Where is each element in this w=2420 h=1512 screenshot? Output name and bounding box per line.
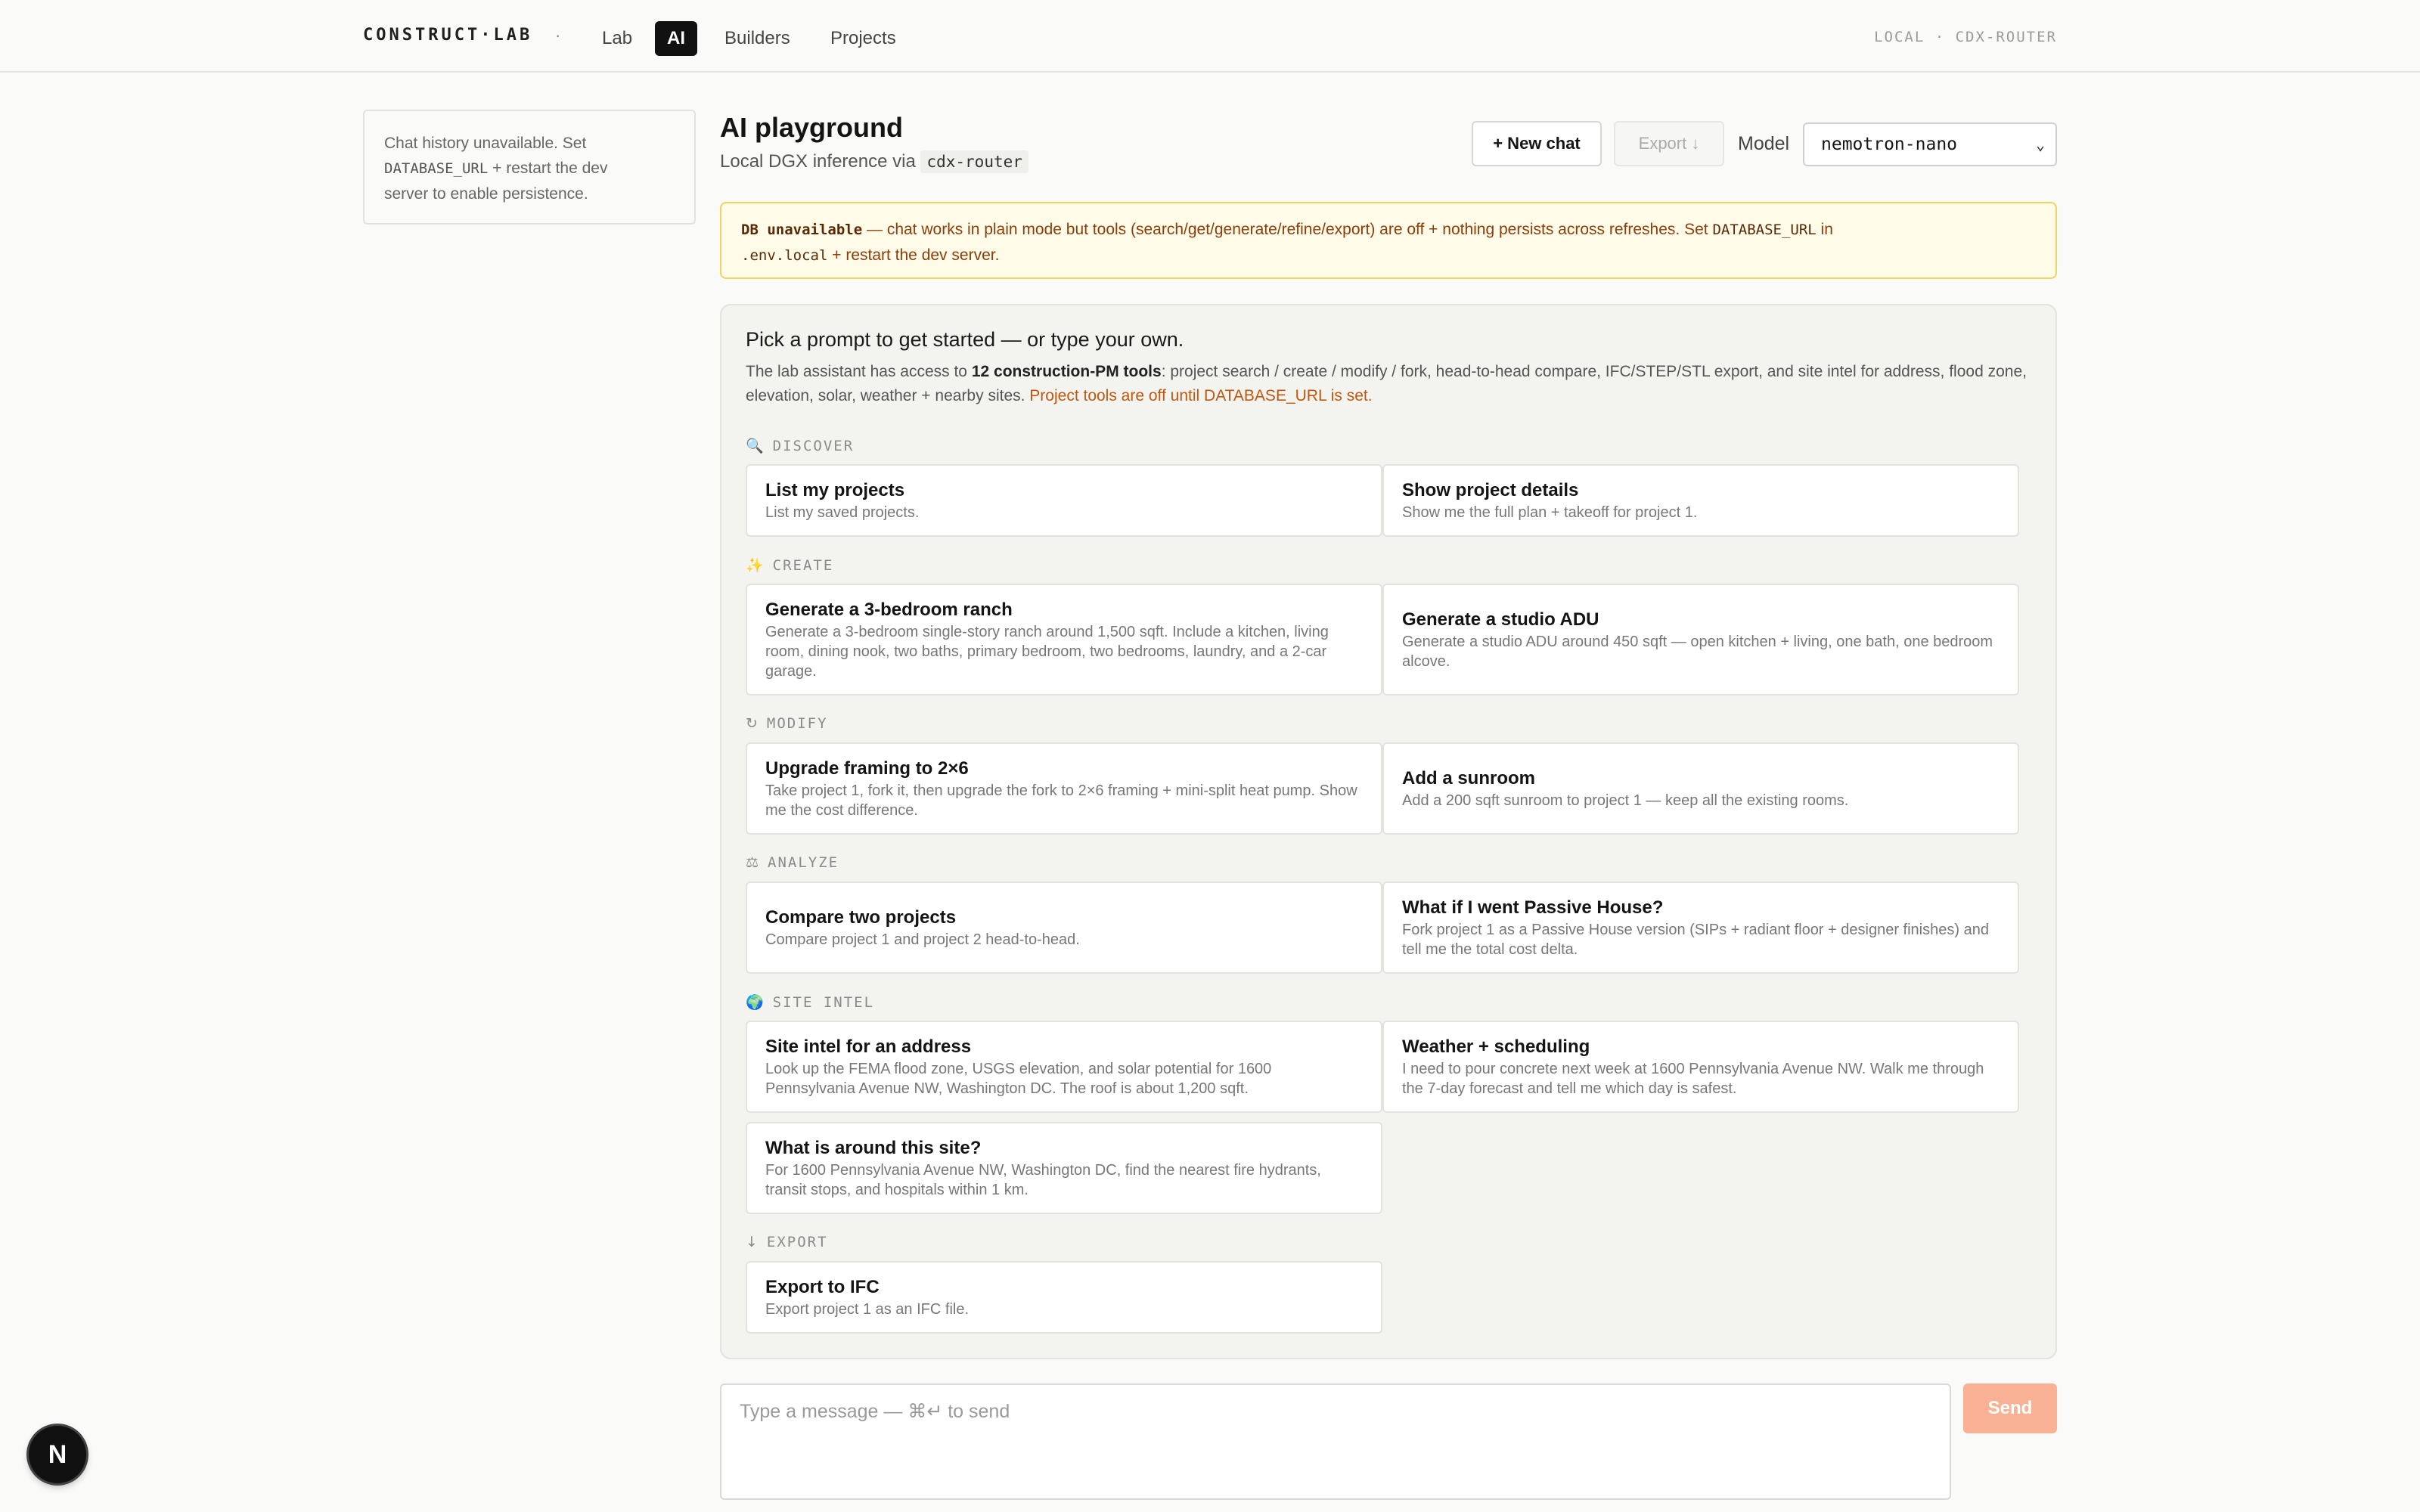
page-subtitle: Local DGX inference via cdx-router [720, 150, 1028, 173]
model-select[interactable]: nemotron-nano ⌄ [1803, 122, 2057, 166]
prompt-description: Fork project 1 as a Passive House versio… [1402, 922, 1989, 958]
section-label: DISCOVER [772, 438, 855, 454]
arrow-down-icon: ↓ [746, 1234, 759, 1250]
globe-icon: 🌍 [746, 994, 765, 1011]
prompt-title: What is around this site? [765, 1138, 982, 1158]
model-select-value: nemotron-nano [1821, 135, 1958, 154]
prompt-card[interactable]: Upgrade framing to 2×6 Take project 1, f… [746, 742, 1382, 835]
prompt-title: Show project details [1402, 480, 1579, 500]
prompt-card[interactable]: Site intel for an address Look up the FE… [746, 1021, 1382, 1113]
sidebar-text: Chat history unavailable. Set [384, 135, 587, 152]
banner-strong: DB unavailable [741, 222, 863, 238]
prompt-description: Generate a 3-bedroom single-story ranch … [765, 624, 1329, 680]
prompt-description: Export project 1 as an IFC file. [765, 1301, 970, 1318]
banner-text: in [1816, 221, 1833, 238]
panel-heading: Pick a prompt to get started — or type y… [746, 328, 1184, 351]
export-button[interactable]: Export ↓ [1614, 121, 1724, 166]
section-label: ANALYZE [768, 854, 839, 871]
subtitle-text: Local DGX inference via [720, 151, 916, 172]
prompt-card[interactable]: Export to IFC Export project 1 as an IFC… [746, 1261, 1382, 1334]
prompt-card[interactable]: Generate a 3-bedroom ranch Generate a 3-… [746, 584, 1382, 696]
section-modify: ↻ MODIFY [746, 715, 828, 732]
dev-tools-badge[interactable]: N [29, 1426, 86, 1483]
nav-tab-ai[interactable]: AI [655, 21, 697, 56]
banner-text: — chat works in plain mode but tools (se… [862, 221, 1713, 238]
panel-desc-text: The lab assistant has access to [746, 363, 972, 380]
banner-text: + restart the dev server. [827, 246, 1000, 264]
prompt-card[interactable]: What if I went Passive House? Fork proje… [1382, 881, 2019, 974]
db-warning-banner: DB unavailable — chat works in plain mod… [720, 202, 2057, 279]
prompt-card[interactable]: What is around this site? For 1600 Penns… [746, 1122, 1382, 1214]
prompt-card[interactable]: Compare two projects Compare project 1 a… [746, 881, 1382, 974]
prompt-description: Look up the FEMA flood zone, USGS elevat… [765, 1061, 1272, 1097]
send-button[interactable]: Send [1963, 1383, 2057, 1433]
section-discover: 🔍 DISCOVER [746, 437, 854, 454]
prompt-card[interactable]: List my projects List my saved projects. [746, 464, 1382, 537]
brand-logo[interactable]: CONSTRUCT·LAB [363, 26, 532, 45]
prompt-card[interactable]: Show project details Show me the full pl… [1382, 464, 2019, 537]
prompt-title: Upgrade framing to 2×6 [765, 758, 969, 779]
section-analyze: ⚖ ANALYZE [746, 854, 839, 871]
prompt-description: For 1600 Pennsylvania Avenue NW, Washing… [765, 1162, 1321, 1198]
section-site-intel: 🌍 SITE INTEL [746, 993, 874, 1011]
new-chat-button[interactable]: + New chat [1472, 121, 1602, 166]
brand-separator: · [555, 26, 561, 45]
prompt-card[interactable]: Add a sunroom Add a 200 sqft sunroom to … [1382, 742, 2019, 835]
top-nav: CONSTRUCT·LAB · Lab AI Builders Projects… [0, 0, 2420, 73]
prompt-title: Site intel for an address [765, 1036, 972, 1057]
sidebar-text: server to enable persistence. [384, 185, 588, 203]
nav-tab-builders[interactable]: Builders [712, 21, 802, 56]
panel-description: The lab assistant has access to 12 const… [746, 360, 2031, 408]
nav-tab-lab[interactable]: Lab [590, 21, 644, 56]
sparkles-icon: ✨ [746, 557, 765, 574]
prompt-title: Export to IFC [765, 1277, 880, 1297]
banner-env-file: .env.local [741, 247, 828, 264]
refresh-icon: ↻ [746, 715, 759, 732]
page-title: AI playground [720, 112, 903, 143]
sidebar-text: + restart the dev [488, 160, 608, 177]
prompt-title: Generate a 3-bedroom ranch [765, 600, 1013, 620]
section-create: ✨ CREATE [746, 556, 833, 574]
chat-history-sidebar: Chat history unavailable. Set DATABASE_U… [363, 110, 696, 225]
prompt-title: Generate a studio ADU [1402, 609, 1599, 630]
router-chip: cdx-router [920, 150, 1028, 173]
prompt-card[interactable]: Weather + scheduling I need to pour conc… [1382, 1021, 2019, 1113]
section-label: EXPORT [766, 1234, 828, 1250]
section-export: ↓ EXPORT [746, 1234, 828, 1250]
prompt-title: Add a sunroom [1402, 768, 1536, 789]
prompt-title: List my projects [765, 480, 905, 500]
panel-desc-bold: 12 construction-PM tools [971, 363, 1162, 380]
prompt-title: What if I went Passive House? [1402, 897, 1664, 918]
section-label: MODIFY [766, 715, 828, 732]
prompt-card[interactable]: Generate a studio ADU Generate a studio … [1382, 584, 2019, 696]
prompt-description: Show me the full plan + takeoff for proj… [1402, 504, 1698, 521]
prompt-description: List my saved projects. [765, 504, 920, 521]
banner-env-var: DATABASE_URL [1712, 222, 1817, 238]
prompt-description: Add a 200 sqft sunroom to project 1 — ke… [1402, 792, 1849, 809]
sidebar-env-var: DATABASE_URL [384, 160, 489, 177]
search-icon: 🔍 [746, 438, 765, 454]
scale-icon: ⚖ [746, 854, 761, 871]
prompt-suggestions-panel: Pick a prompt to get started — or type y… [720, 304, 2057, 1359]
prompt-description: Compare project 1 and project 2 head-to-… [765, 931, 1080, 948]
chevron-down-icon: ⌄ [2035, 135, 2045, 153]
prompt-description: I need to pour concrete next week at 160… [1402, 1061, 1984, 1097]
prompt-description: Take project 1, fork it, then upgrade th… [765, 782, 1357, 819]
environment-label: LOCAL · CDX-ROUTER [1874, 29, 2057, 45]
prompt-title: Weather + scheduling [1402, 1036, 1590, 1057]
prompt-description: Generate a studio ADU around 450 sqft — … [1402, 634, 1993, 670]
message-input[interactable] [720, 1383, 1951, 1500]
section-label: CREATE [772, 557, 834, 574]
nav-tab-projects[interactable]: Projects [818, 21, 908, 56]
prompt-title: Compare two projects [765, 907, 957, 928]
section-label: SITE INTEL [772, 994, 875, 1011]
panel-desc-warning: Project tools are off until DATABASE_URL… [1029, 387, 1373, 404]
model-label: Model [1738, 133, 1790, 154]
